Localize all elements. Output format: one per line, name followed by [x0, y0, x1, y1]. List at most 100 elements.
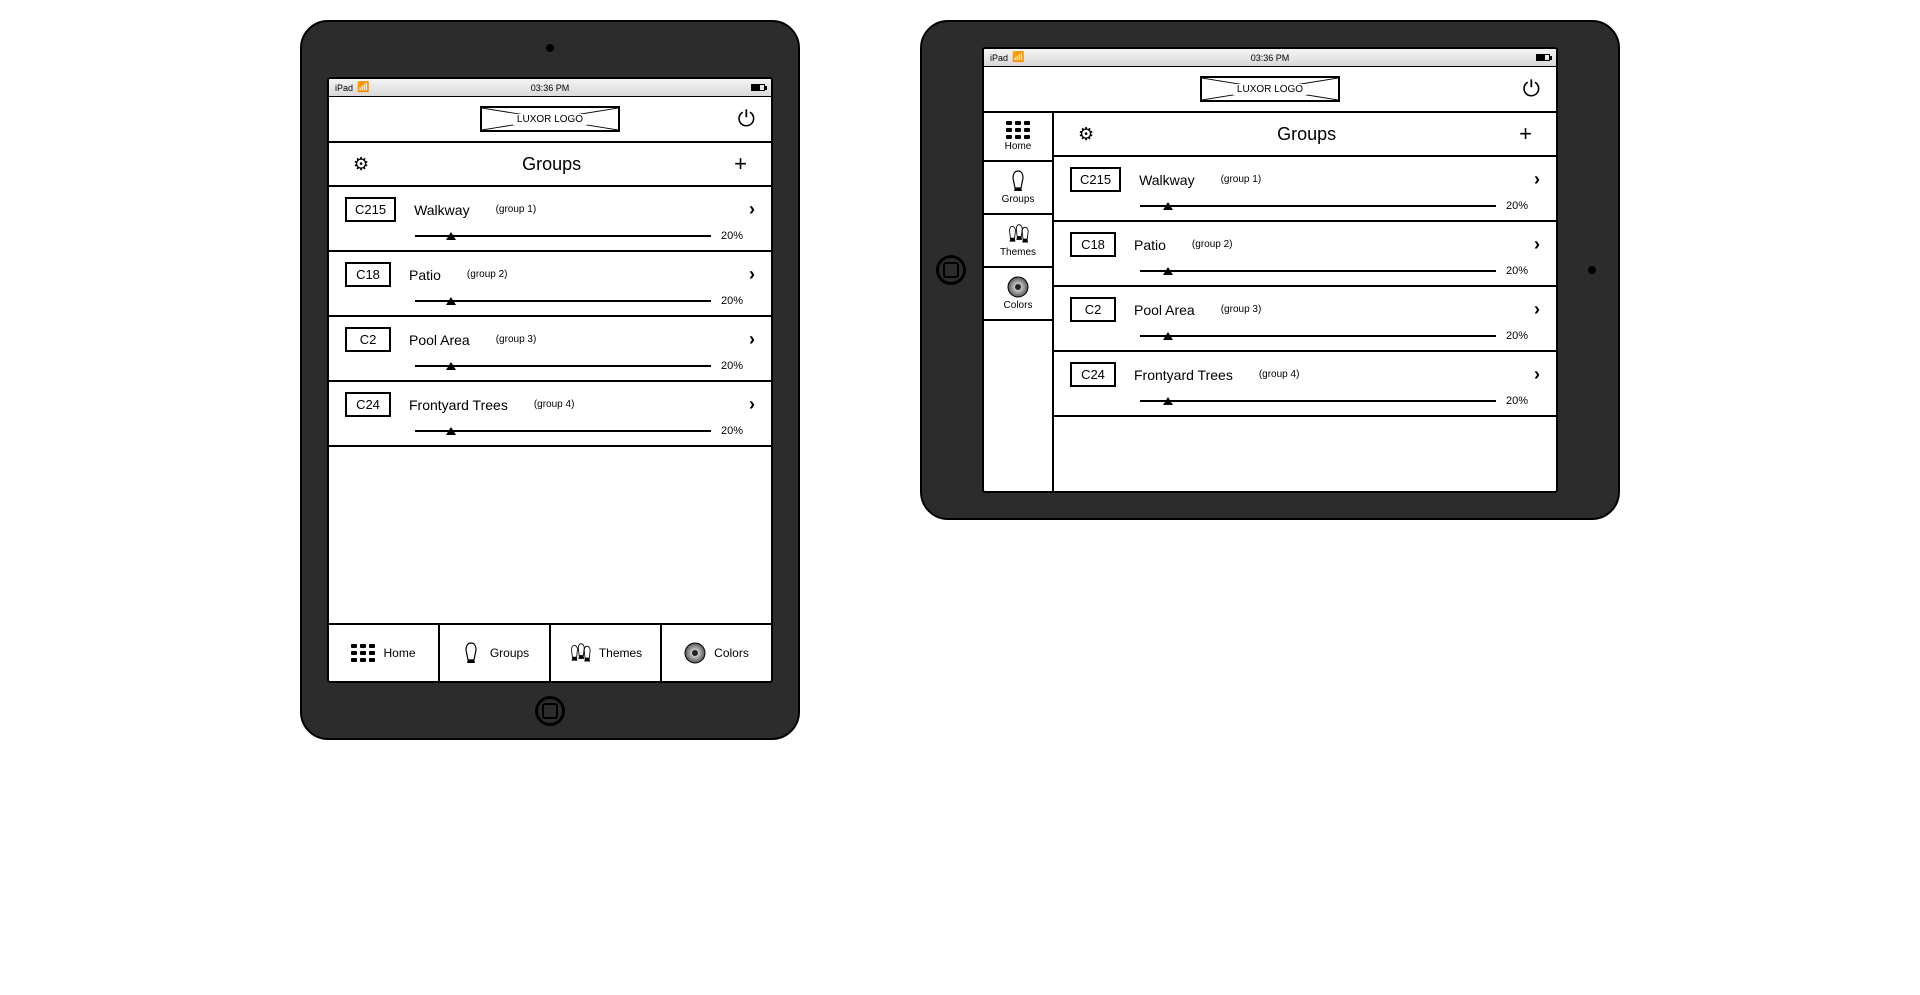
- tab-groups[interactable]: Groups: [440, 625, 551, 681]
- brightness-slider[interactable]: [415, 300, 711, 302]
- chevron-right-icon[interactable]: ›: [749, 199, 755, 220]
- brightness-value: 20%: [1506, 265, 1540, 277]
- tablet-landscape-frame: iPad 📶 03:36 PM LUXOR LOGO ⏻: [920, 20, 1620, 520]
- chevron-right-icon[interactable]: ›: [749, 394, 755, 415]
- group-code-box[interactable]: C18: [345, 262, 391, 287]
- add-button[interactable]: +: [734, 151, 747, 177]
- battery-icon: [1536, 54, 1550, 61]
- device-home-button[interactable]: [936, 255, 966, 285]
- chevron-right-icon[interactable]: ›: [1534, 169, 1540, 190]
- bulb-icon: [460, 642, 482, 664]
- brightness-slider[interactable]: [1140, 205, 1496, 207]
- group-subtitle: (group 2): [1192, 239, 1233, 250]
- group-name: Pool Area: [409, 332, 470, 348]
- group-row[interactable]: C215 Walkway (group 1) › 20%: [1054, 157, 1556, 222]
- logo-placeholder: LUXOR LOGO: [480, 106, 620, 132]
- group-code-box[interactable]: C215: [345, 197, 396, 222]
- tab-colors[interactable]: Colors: [662, 625, 771, 681]
- group-subtitle: (group 1): [496, 204, 537, 215]
- brightness-value: 20%: [1506, 200, 1540, 212]
- group-list: C215 Walkway (group 1) › 20% C18: [1054, 157, 1556, 417]
- logo-text: LUXOR LOGO: [513, 114, 587, 125]
- tab-label: Groups: [490, 646, 529, 660]
- chevron-right-icon[interactable]: ›: [749, 264, 755, 285]
- group-name: Walkway: [1139, 172, 1195, 188]
- group-row[interactable]: C24 Frontyard Trees (group 4) › 20%: [1054, 352, 1556, 417]
- tab-home[interactable]: Home: [329, 625, 440, 681]
- status-bar: iPad 📶 03:36 PM: [329, 79, 771, 97]
- status-device: iPad: [335, 83, 353, 93]
- app-header: LUXOR LOGO ⏻: [329, 97, 771, 143]
- group-row[interactable]: C18 Patio (group 2) › 20%: [1054, 222, 1556, 287]
- brightness-slider[interactable]: [1140, 400, 1496, 402]
- brightness-value: 20%: [1506, 395, 1540, 407]
- sidebar-item-themes[interactable]: Themes: [984, 215, 1052, 268]
- brightness-slider[interactable]: [415, 365, 711, 367]
- sidebar-item-home[interactable]: Home: [984, 113, 1052, 162]
- group-subtitle: (group 4): [534, 399, 575, 410]
- group-name: Frontyard Trees: [1134, 367, 1233, 383]
- sidebar-item-groups[interactable]: Groups: [984, 162, 1052, 215]
- gear-icon[interactable]: ⚙: [353, 154, 369, 175]
- chevron-right-icon[interactable]: ›: [1534, 364, 1540, 385]
- tablet-portrait-frame: iPad 📶 03:36 PM LUXOR LOGO ⏻ ⚙ Groups + …: [300, 20, 800, 740]
- status-time: 03:36 PM: [531, 83, 570, 93]
- group-row[interactable]: C215 Walkway (group 1) › 20%: [329, 187, 771, 252]
- brightness-slider[interactable]: [415, 430, 711, 432]
- group-name: Pool Area: [1134, 302, 1195, 318]
- bottom-tabbar: Home Groups Themes: [329, 625, 771, 681]
- sidebar-item-label: Themes: [1000, 247, 1036, 258]
- logo-placeholder: LUXOR LOGO: [1200, 76, 1340, 102]
- group-name: Walkway: [414, 202, 470, 218]
- brightness-value: 20%: [721, 295, 755, 307]
- wifi-icon: 📶: [357, 82, 369, 93]
- tab-themes[interactable]: Themes: [551, 625, 662, 681]
- brightness-slider[interactable]: [415, 235, 711, 237]
- group-row[interactable]: C18 Patio (group 2) › 20%: [329, 252, 771, 317]
- power-icon[interactable]: ⏻: [1523, 76, 1540, 102]
- status-device: iPad: [990, 53, 1008, 63]
- bulb-icon: [1007, 170, 1029, 192]
- gear-icon[interactable]: ⚙: [1078, 124, 1094, 145]
- bulbs-icon: [569, 642, 591, 664]
- group-subtitle: (group 3): [496, 334, 537, 345]
- tab-label: Colors: [714, 646, 749, 660]
- device-camera: [1588, 266, 1596, 274]
- battery-icon: [751, 84, 765, 91]
- group-code-box[interactable]: C24: [1070, 362, 1116, 387]
- sidebar-item-label: Colors: [1004, 300, 1033, 311]
- device-camera: [546, 44, 554, 52]
- add-button[interactable]: +: [1519, 121, 1532, 147]
- group-row[interactable]: C2 Pool Area (group 3) › 20%: [329, 317, 771, 382]
- logo-text: LUXOR LOGO: [1233, 84, 1307, 95]
- sidebar-item-label: Home: [1005, 141, 1032, 152]
- group-row[interactable]: C24 Frontyard Trees (group 4) › 20%: [329, 382, 771, 447]
- power-icon[interactable]: ⏻: [738, 106, 755, 132]
- group-list: C215 Walkway (group 1) › 20% C18 Patio (: [329, 187, 771, 447]
- app-header: LUXOR LOGO ⏻: [984, 67, 1556, 113]
- group-name: Patio: [409, 267, 441, 283]
- group-subtitle: (group 4): [1259, 369, 1300, 380]
- brightness-value: 20%: [721, 230, 755, 242]
- chevron-right-icon[interactable]: ›: [749, 329, 755, 350]
- group-code-box[interactable]: C2: [345, 327, 391, 352]
- group-code-box[interactable]: C24: [345, 392, 391, 417]
- status-bar: iPad 📶 03:36 PM: [984, 49, 1556, 67]
- brightness-slider[interactable]: [1140, 270, 1496, 272]
- tab-label: Themes: [599, 646, 642, 660]
- brightness-slider[interactable]: [1140, 335, 1496, 337]
- group-code-box[interactable]: C2: [1070, 297, 1116, 322]
- bulbs-icon: [1007, 223, 1029, 245]
- screen-portrait: iPad 📶 03:36 PM LUXOR LOGO ⏻ ⚙ Groups + …: [327, 77, 773, 683]
- group-code-box[interactable]: C18: [1070, 232, 1116, 257]
- device-home-button[interactable]: [535, 696, 565, 726]
- chevron-right-icon[interactable]: ›: [1534, 234, 1540, 255]
- group-row[interactable]: C2 Pool Area (group 3) › 20%: [1054, 287, 1556, 352]
- section-title: Groups: [1094, 124, 1519, 145]
- group-code-box[interactable]: C215: [1070, 167, 1121, 192]
- brightness-value: 20%: [1506, 330, 1540, 342]
- sidebar-item-colors[interactable]: Colors: [984, 268, 1052, 321]
- status-time: 03:36 PM: [1251, 53, 1290, 63]
- chevron-right-icon[interactable]: ›: [1534, 299, 1540, 320]
- group-name: Patio: [1134, 237, 1166, 253]
